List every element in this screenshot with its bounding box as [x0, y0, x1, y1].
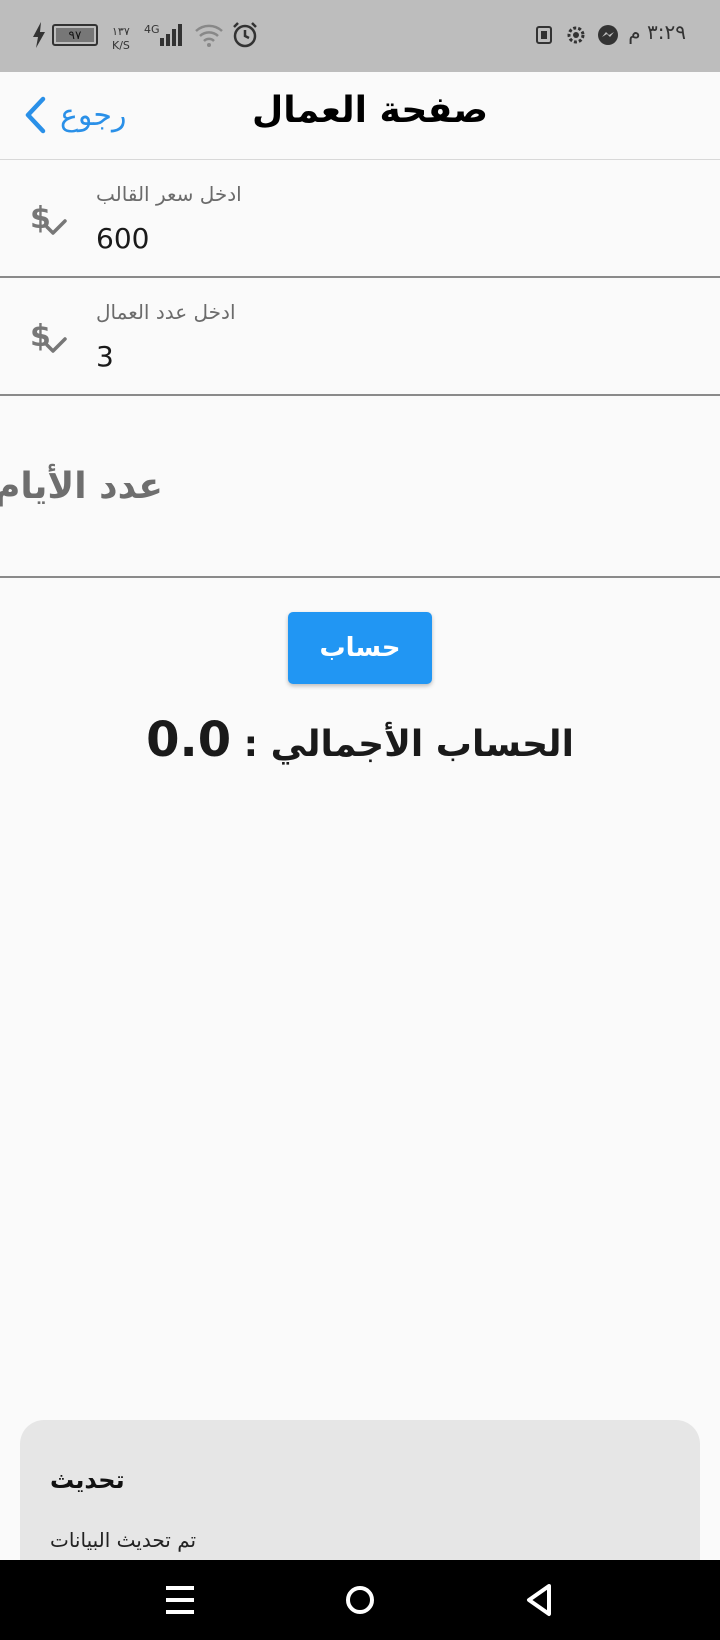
snackbar-title: تحديث — [50, 1466, 125, 1494]
network-type: 4G — [144, 23, 160, 36]
page-title: صفحة العمال — [251, 90, 489, 131]
svg-text:$: $ — [30, 201, 51, 236]
snackbar-message: تم تحديث البيانات — [50, 1528, 197, 1552]
wifi-icon — [195, 24, 223, 47]
status-bar: ٩٧ ١٣٧ K/S 4G ٣:٢٩ م — [0, 0, 720, 72]
calculate-button[interactable]: حساب — [288, 612, 432, 684]
alarm-icon — [233, 22, 257, 48]
svg-text:$: $ — [30, 319, 51, 354]
signal-icon — [160, 24, 182, 46]
app-bar: رجوع صفحة العمال — [0, 72, 720, 160]
battery-icon: ٩٧ — [52, 24, 98, 46]
total-result: الحساب الأجمالي : 0.0 — [0, 712, 720, 768]
mold-price-field[interactable]: $ ادخل سعر القالب — [0, 160, 720, 278]
total-value: 0.0 — [146, 712, 232, 768]
nfc-icon — [536, 26, 552, 44]
charging-icon — [33, 22, 45, 48]
workers-count-label: ادخل عدد العمال — [96, 300, 236, 324]
clock: ٣:٢٩ م — [628, 20, 686, 44]
workers-count-input[interactable] — [96, 336, 656, 376]
days-input-placeholder[interactable]: عدد الأيام — [0, 466, 163, 507]
home-circle-icon[interactable] — [344, 1584, 376, 1616]
mold-price-label: ادخل سعر القالب — [96, 182, 242, 206]
menu-icon[interactable] — [164, 1582, 196, 1618]
battery-level: ٩٧ — [68, 28, 82, 42]
workers-count-field[interactable]: $ ادخل عدد العمال — [0, 278, 720, 396]
back-triangle-icon[interactable] — [524, 1582, 554, 1618]
network-speed: ١٣٧ — [112, 25, 130, 38]
messenger-icon — [598, 25, 618, 45]
system-nav-bar — [0, 1560, 720, 1640]
days-field[interactable]: عدد الأيام — [0, 396, 720, 578]
dollar-check-icon: $ — [30, 319, 67, 354]
total-label: الحساب الأجمالي : — [243, 724, 574, 765]
dollar-check-icon: $ — [30, 201, 67, 236]
network-speed-unit: K/S — [112, 39, 130, 52]
settings-gear-icon — [567, 26, 585, 44]
mold-price-input[interactable] — [96, 218, 656, 258]
